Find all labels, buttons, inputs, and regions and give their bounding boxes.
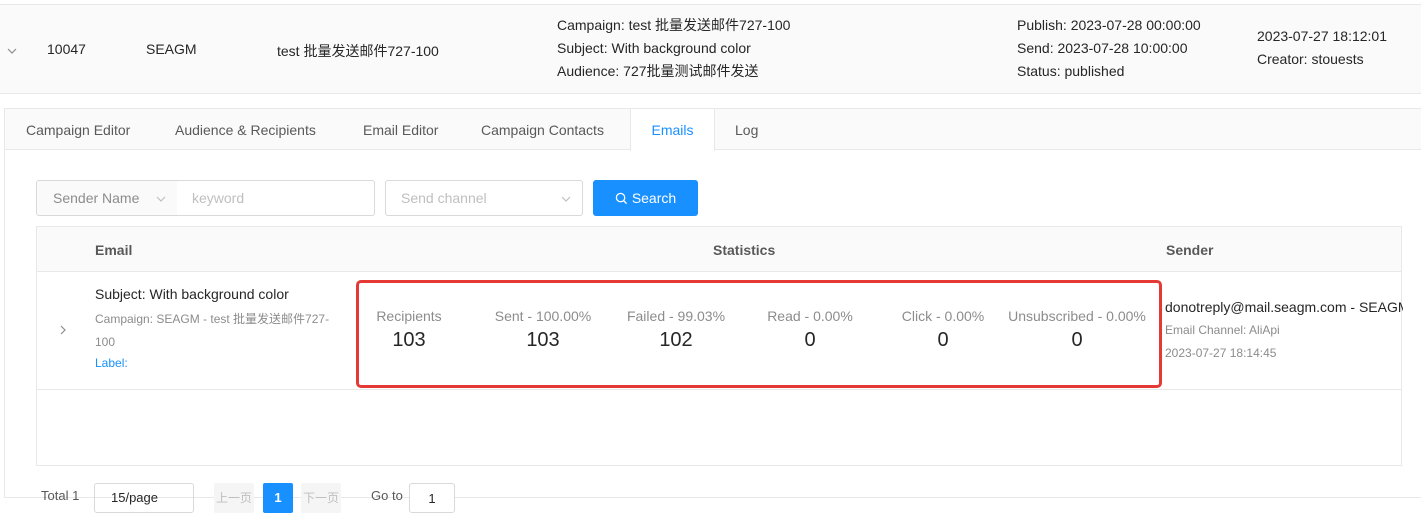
goto-page-input[interactable] (409, 483, 455, 513)
tab-log[interactable]: Log (735, 109, 758, 150)
schedule-info: Publish: 2023-07-28 00:00:00 Send: 2023-… (1017, 14, 1201, 83)
send-channel-placeholder: Send channel (401, 190, 487, 206)
campaign-name: test 批量发送邮件727-100 (277, 43, 439, 59)
header-sender: Sender (1166, 242, 1214, 258)
audience-line: Audience: 727批量测试邮件发送 (557, 63, 759, 79)
goto-label: Go to (371, 488, 403, 503)
search-icon (615, 192, 627, 205)
sender-name-select[interactable]: Sender Name (36, 180, 178, 216)
email-subject: Subject: With background color (95, 286, 289, 302)
keyword-input[interactable] (177, 180, 375, 216)
table-row[interactable]: Subject: With background color Campaign:… (37, 272, 1403, 390)
prev-page-button[interactable]: 上一页 (214, 483, 254, 513)
detail-panel: Campaign Editor Audience & Recipients Em… (4, 108, 1421, 513)
tab-bar: Campaign Editor Audience & Recipients Em… (5, 109, 1421, 151)
header-statistics: Statistics (713, 242, 776, 258)
campaign-line: Campaign: test 批量发送邮件727-100 (557, 17, 791, 33)
email-campaign: Campaign: SEAGM - test 批量发送邮件727-100 (95, 312, 330, 349)
publish-line: Publish: 2023-07-28 00:00:00 (1017, 17, 1201, 33)
subject-line: Subject: With background color (557, 40, 751, 56)
search-button[interactable]: Search (593, 180, 698, 216)
tab-emails[interactable]: Emails (630, 109, 715, 151)
chevron-right-icon[interactable] (57, 324, 69, 336)
tab-campaign-editor[interactable]: Campaign Editor (26, 109, 130, 150)
tab-campaign-contacts[interactable]: Campaign Contacts (481, 109, 604, 150)
sender-channel: Email Channel: AliApi (1165, 323, 1280, 337)
page-size-select[interactable]: 15/page (94, 483, 194, 513)
campaign-info: Campaign: test 批量发送邮件727-100 Subject: Wi… (557, 14, 790, 83)
send-line: Send: 2023-07-28 10:00:00 (1017, 40, 1188, 56)
sender-select-value: Sender Name (53, 190, 140, 206)
emails-table: Email Statistics Sender Subject: With ba… (36, 226, 1403, 466)
sender-email: donotreply@mail.seagm.com - SEAGM (1165, 299, 1403, 315)
status-line: Status: published (1017, 63, 1125, 79)
statistics-highlight-box (356, 280, 1162, 388)
campaign-brand: SEAGM (146, 41, 197, 57)
chevron-down-icon (561, 196, 571, 202)
pagination-total: Total 1 (41, 488, 80, 503)
created-at: 2023-07-27 18:12:01 (1257, 28, 1387, 44)
chevron-down-icon (156, 196, 166, 202)
page-number-current[interactable]: 1 (263, 483, 293, 513)
email-label[interactable]: Label: (95, 356, 128, 370)
creator-line: Creator: stouests (1257, 51, 1364, 67)
tab-audience-recipients[interactable]: Audience & Recipients (175, 109, 316, 150)
campaign-id: 10047 (47, 41, 86, 57)
next-page-button[interactable]: 下一页 (301, 483, 341, 513)
creation-info: 2023-07-27 18:12:01 Creator: stouests (1257, 25, 1387, 71)
tab-email-editor[interactable]: Email Editor (363, 109, 438, 150)
campaign-row[interactable]: 10047 SEAGM test 批量发送邮件727-100 Campaign:… (0, 4, 1421, 94)
header-email: Email (95, 242, 133, 258)
sender-time: 2023-07-27 18:14:45 (1165, 346, 1277, 360)
table-header: Email Statistics Sender (37, 227, 1401, 272)
chevron-down-icon[interactable] (6, 45, 18, 57)
search-button-label: Search (631, 190, 677, 206)
page-size-value: 15/page (111, 490, 158, 505)
send-channel-select[interactable]: Send channel (385, 180, 583, 216)
